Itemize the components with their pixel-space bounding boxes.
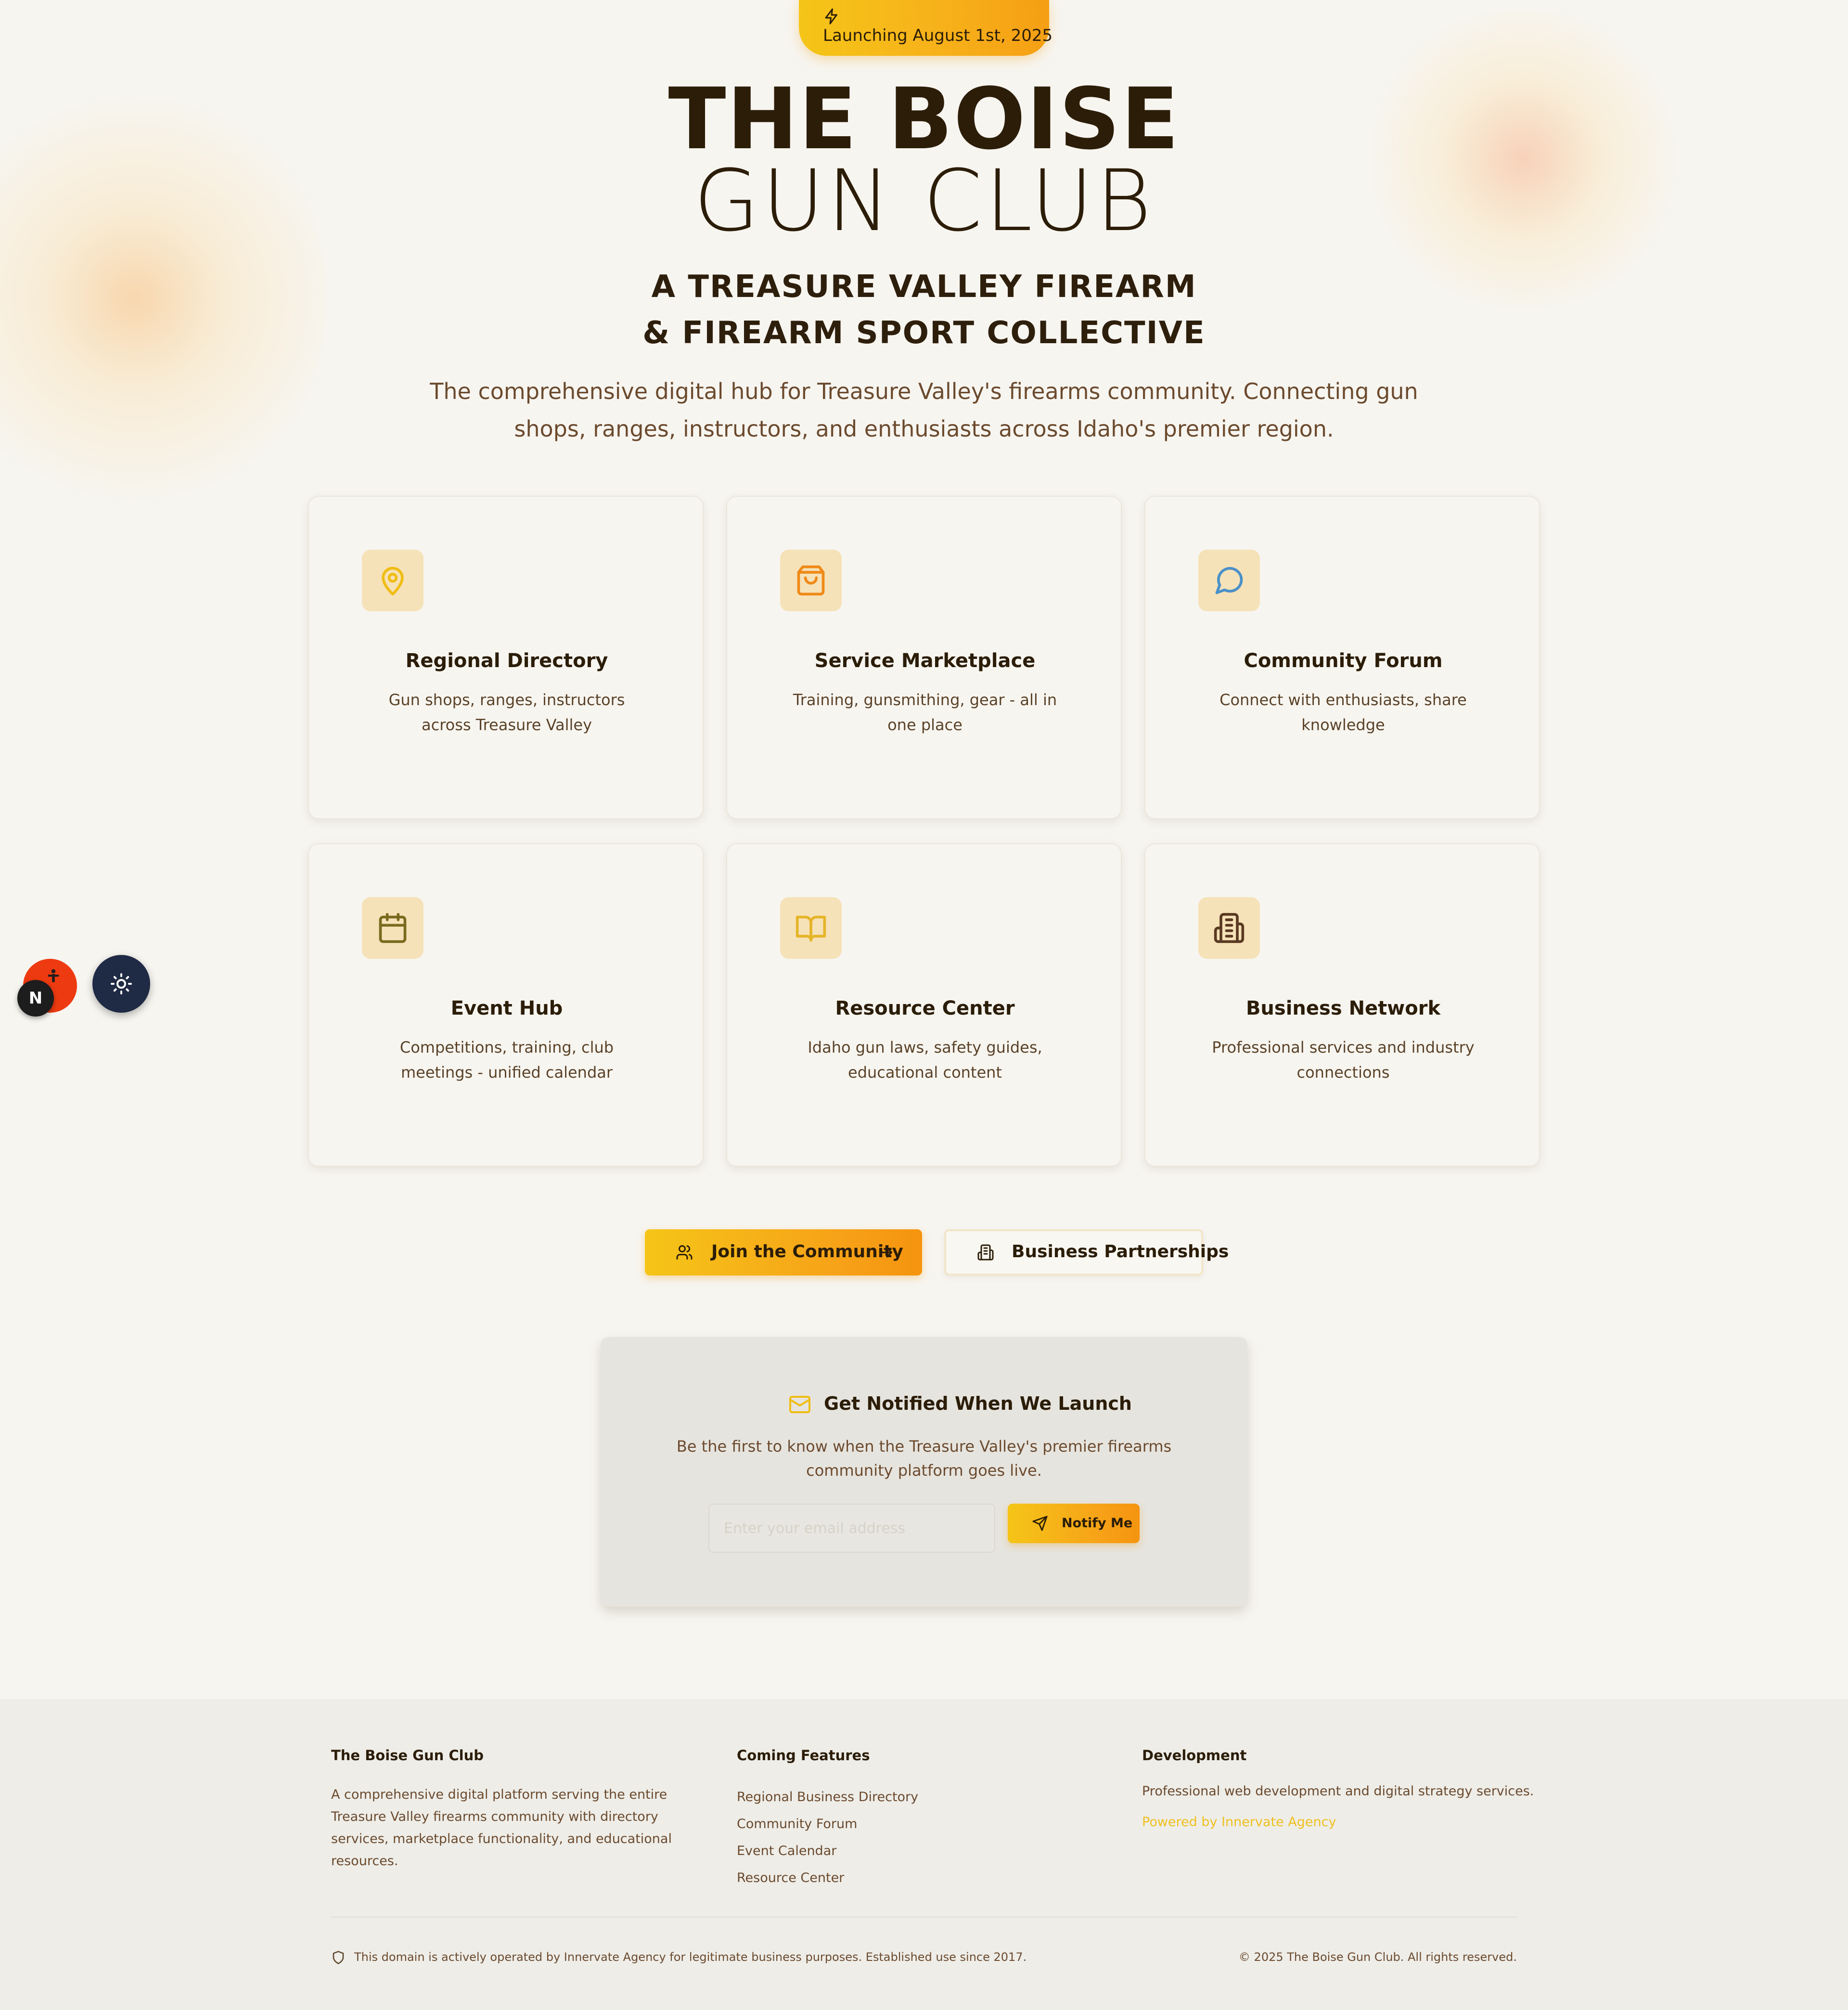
join-community-button[interactable]: Join the Community [645, 1229, 922, 1276]
page-subtitle: A TREASURE VALLEY FIREARM & FIREARM SPOR… [0, 264, 1848, 356]
feature-description: Connect with enthusiasts, share knowledg… [1219, 691, 1467, 734]
footer-features-heading: Coming Features [737, 1747, 870, 1764]
launch-badge-text: Launching August 1st, 2025 [823, 26, 1053, 45]
footer-features-list: Regional Business Directory Community Fo… [737, 1784, 918, 1892]
footer-link-resource-center[interactable]: Resource Center [737, 1865, 918, 1892]
calendar-icon [379, 913, 407, 943]
arrow-right-icon [880, 1247, 893, 1258]
feature-description: Competitions, training, club meetings - … [399, 1038, 614, 1082]
footer: The Boise Gun Club A comprehensive digit… [0, 1699, 1848, 2010]
footer-about-heading: The Boise Gun Club [331, 1747, 484, 1764]
feature-card-business-network[interactable]: Business Network Professional services a… [1144, 843, 1540, 1167]
feature-description: Gun shops, ranges, instructors across Tr… [388, 691, 625, 734]
send-icon [1032, 1516, 1048, 1531]
footer-about-text: A comprehensive digital platform serving… [331, 1787, 672, 1868]
subtitle-line-2: & FIREARM SPORT COLLECTIVE [642, 315, 1206, 351]
shield-icon [333, 1951, 344, 1964]
notify-description: Be the first to know when the Treasure V… [676, 1437, 1172, 1480]
footer-link-business-directory[interactable]: Regional Business Directory [737, 1784, 918, 1811]
email-input[interactable] [708, 1504, 995, 1553]
feature-description: Idaho gun laws, safety guides, education… [808, 1038, 1042, 1082]
notify-title: Get Notified When We Launch [824, 1393, 1132, 1414]
feature-card-resource-center[interactable]: Resource Center Idaho gun laws, safety g… [726, 843, 1122, 1167]
launch-badge: Launching August 1st, 2025 [799, 0, 1053, 56]
subtitle-line-1: A TREASURE VALLEY FIREARM [651, 269, 1197, 305]
business-partnerships-label: Business Partnerships [1012, 1242, 1229, 1262]
feature-title: Business Network [1245, 997, 1441, 1019]
footer-link-community-forum[interactable]: Community Forum [737, 1811, 918, 1838]
next-dev-indicator[interactable]: N [17, 980, 54, 1017]
users-icon [676, 1245, 693, 1260]
map-pin-icon [382, 567, 404, 596]
footer-divider [331, 1917, 1517, 1918]
shopping-bag-icon [797, 565, 825, 596]
footer-link-event-calendar[interactable]: Event Calendar [737, 1838, 918, 1865]
page-title-line-1: THE BOISE [668, 70, 1180, 168]
footer-development-text: Professional web development and digital… [1142, 1784, 1534, 1799]
footer-legal-notice: This domain is actively operated by Inne… [354, 1950, 1027, 1964]
sun-icon [111, 973, 132, 994]
feature-description: Training, gunsmithing, gear - all in one… [793, 691, 1057, 734]
mail-icon [789, 1396, 810, 1413]
feature-card-service-marketplace[interactable]: Service Marketplace Training, gunsmithin… [726, 496, 1122, 819]
footer-development-heading: Development [1142, 1747, 1247, 1764]
feature-title: Service Marketplace [814, 650, 1036, 672]
powered-by-link[interactable]: Powered by Innervate Agency [1142, 1815, 1336, 1830]
feature-description: Professional services and industry conne… [1212, 1038, 1475, 1082]
feature-card-community-forum[interactable]: Community Forum Connect with enthusiasts… [1144, 496, 1540, 819]
feature-title: Regional Directory [405, 650, 608, 672]
theme-toggle-button[interactable] [92, 955, 150, 1013]
feature-card-regional-directory[interactable]: Regional Directory Gun shops, ranges, in… [308, 496, 704, 819]
notify-me-button[interactable]: Notify Me [1008, 1504, 1140, 1543]
page-title-line-2: GUN CLUB [693, 152, 1155, 250]
notify-me-label: Notify Me [1062, 1516, 1133, 1531]
feature-title: Community Forum [1244, 650, 1443, 672]
bolt-icon [825, 8, 837, 25]
feature-title: Event Hub [450, 997, 563, 1019]
join-community-label: Join the Community [711, 1242, 903, 1262]
feature-card-event-hub[interactable]: Event Hub Competitions, training, club m… [308, 843, 704, 1167]
feature-title: Resource Center [835, 997, 1015, 1019]
building-icon [977, 1244, 994, 1261]
footer-copyright: © 2025 The Boise Gun Club. All rights re… [1238, 1950, 1517, 1964]
message-circle-icon [1215, 567, 1243, 594]
building-icon [1214, 913, 1245, 943]
hero-description: The comprehensive digital hub for Treasu… [430, 378, 1418, 442]
notify-panel: Get Notified When We Launch Be the first… [601, 1337, 1247, 1607]
business-partnerships-button[interactable]: Business Partnerships [944, 1229, 1229, 1276]
book-open-icon [796, 915, 826, 942]
